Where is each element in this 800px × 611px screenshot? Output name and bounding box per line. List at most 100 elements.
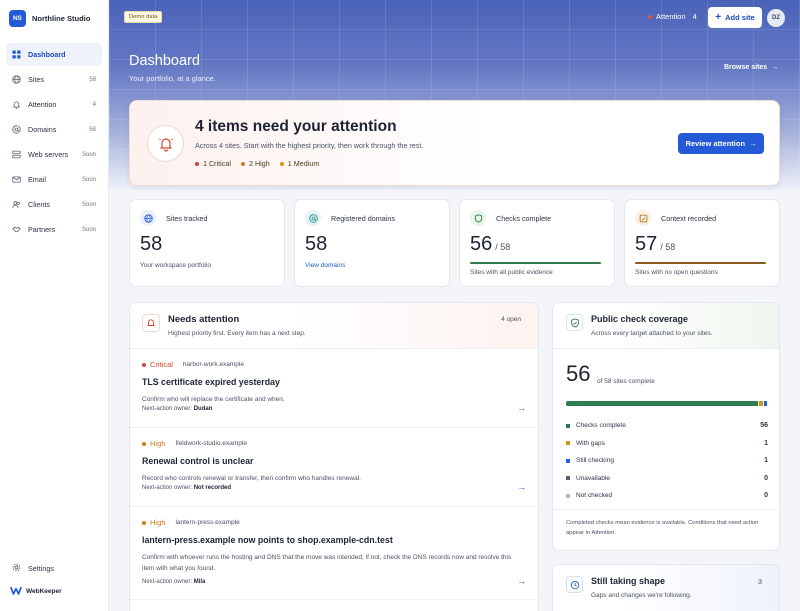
attention-item[interactable]: High fieldwork-studio.example Renewal cont…: [130, 428, 538, 507]
owner-label: Next-action owner:: [142, 485, 193, 491]
add-site-label: Add site: [725, 13, 755, 22]
severity-dot-icon: [142, 520, 146, 525]
owner-value: Dudan: [193, 406, 213, 412]
severity-label: Critical: [150, 360, 173, 369]
arrow-right-icon[interactable]: →: [517, 482, 526, 492]
sidebar-item-label: Email: [28, 175, 46, 184]
settings-label: Settings: [28, 564, 54, 573]
needs-attention-panel: Needs attention Highest priority first. …: [129, 302, 539, 611]
sidebar-item-label: Web servers: [28, 150, 69, 159]
attention-item[interactable]: High lantern-press.example lantern-press.e…: [130, 507, 538, 600]
shield-icon: [470, 210, 486, 226]
item-title: Renewal control is unclear: [142, 456, 254, 466]
attention-count: 4: [692, 12, 697, 21]
stat-label: Sites tracked: [166, 214, 208, 223]
plus-icon: +: [715, 11, 722, 23]
arrow-right-icon: →: [749, 139, 757, 148]
settings-link[interactable]: Settings: [12, 563, 54, 574]
alert-bell-icon: [142, 314, 160, 332]
coverage-row: With gaps 1: [566, 435, 768, 453]
review-attention-button[interactable]: Review attention →: [678, 133, 764, 154]
stat-footnote: Sites with no open questions: [635, 269, 718, 276]
severity-tag: 1 Critical: [195, 159, 231, 168]
item-owner: Next-action owner: Not recorded: [142, 485, 231, 491]
severity-dot-icon: [195, 161, 199, 166]
stat-progress-bar: [470, 262, 601, 264]
stat-value: 57/ 58: [635, 233, 675, 256]
severity-tag: 1 Medium: [279, 159, 319, 168]
item-owner: Next-action owner: Mila: [142, 579, 205, 585]
attention-item[interactable]: Critical harbor-work.example TLS certifica…: [130, 349, 538, 428]
mail-icon: [12, 175, 21, 184]
severity-dot-icon: [279, 161, 284, 166]
stat-label: Checks complete: [496, 214, 552, 223]
coverage-header: Public check coverage Across every targe…: [553, 303, 779, 349]
stat-value: 58: [140, 233, 162, 256]
attention-indicator[interactable]: Attention 4: [648, 12, 697, 21]
attention-item[interactable]: Mediumcopperline-coffee.example: [130, 600, 538, 611]
item-severity: Critical harbor-work.example: [142, 360, 244, 369]
attention-description: Across 4 sites. Start with the highest p…: [195, 141, 424, 150]
coverage-row-value: 0: [764, 474, 768, 482]
severity-dot-icon: [142, 441, 146, 446]
sidebar-item-partners[interactable]: Partners Soon: [6, 218, 102, 241]
taking-shape-title: Still taking shape: [591, 576, 666, 586]
item-severity: High lantern-press.example: [142, 518, 240, 527]
bell-icon: [12, 100, 21, 109]
severity-tag: 2 High: [240, 159, 270, 168]
coverage-row-value: 1: [764, 457, 768, 465]
legend-swatch-icon: [566, 476, 570, 481]
stat-number: 58: [305, 233, 328, 255]
stat-footnote[interactable]: View domains: [305, 262, 345, 269]
item-description: Record who controls renewal or transfer,…: [142, 475, 361, 482]
coverage-legend: Checks complete 56 With gaps 1 Still checkin…: [566, 417, 768, 505]
avatar[interactable]: DZ: [767, 9, 785, 27]
sidebar-item-domains[interactable]: Domains 58: [6, 118, 102, 141]
sidebar-item-label: Sites: [28, 75, 44, 84]
owner-value: Mila: [193, 579, 206, 585]
item-description: Confirm with whoever runs the hosting an…: [142, 554, 512, 572]
coverage-row-label: With gaps: [576, 439, 605, 447]
item-title: lantern-press.example now points to shop…: [142, 535, 393, 545]
sidebar-item-count: 58: [89, 76, 96, 83]
sidebar-item-email[interactable]: Email Soon: [6, 168, 102, 191]
shield-check-icon: [566, 314, 583, 331]
coverage-row: Checks complete 56: [566, 417, 768, 435]
sidebar-item-label: Dashboard: [28, 50, 66, 59]
page-title: Dashboard: [129, 53, 200, 69]
browse-sites-link[interactable]: Browse sites →: [724, 64, 778, 71]
coverage-bar: [566, 401, 768, 406]
stat-footnote: Your workspace portfolio: [140, 262, 211, 269]
sidebar-item-sites[interactable]: Sites 58: [6, 68, 102, 91]
arrow-right-icon[interactable]: →: [517, 576, 526, 586]
at-icon: [305, 210, 321, 226]
sidebar-item-count: 58: [89, 126, 96, 133]
severity-tag-label: 2 High: [248, 159, 270, 168]
item-description: Confirm who will replace the certificate…: [142, 396, 285, 403]
sidebar-item-web-servers[interactable]: Web servers Soon: [6, 143, 102, 166]
sidebar-item-attention[interactable]: Attention 4: [6, 93, 102, 116]
gear-icon: [12, 563, 21, 574]
stat-card-registered-domains: Registered domains 58 View domains: [294, 199, 450, 287]
stat-total: / 58: [495, 242, 511, 252]
attention-card: 4 items need your attention Across 4 sit…: [129, 100, 780, 186]
sidebar-item-dashboard[interactable]: Dashboard: [6, 43, 102, 66]
alert-dot-icon: [648, 14, 652, 19]
sidebar-item-clients[interactable]: Clients Soon: [6, 193, 102, 216]
severity-tag-label: 1 Critical: [203, 159, 231, 168]
coverage-row: Unavailable 0: [566, 470, 768, 488]
coverage-subtitle: Across every target attached to your sit…: [591, 330, 713, 337]
coverage-row: Not checked 0: [566, 487, 768, 505]
arrow-right-icon[interactable]: →: [517, 403, 526, 413]
coverage-of: of 58 sites complete: [597, 378, 655, 385]
stat-footnote: Sites with all public evidence: [470, 269, 553, 276]
add-site-button[interactable]: + Add site: [708, 7, 762, 28]
coverage-note: Completed checks mean evidence is availa…: [566, 520, 759, 536]
severity-label: High: [150, 518, 166, 527]
coverage-row-label: Unavailable: [576, 474, 610, 482]
stat-label: Context recorded: [661, 214, 717, 223]
taking-shape-subtitle: Gaps and changes we're following.: [591, 592, 692, 599]
brand[interactable]: NS Northline Studio: [9, 10, 90, 27]
stat-value: 58: [305, 233, 327, 256]
attention-title: 4 items need your attention: [195, 118, 397, 135]
